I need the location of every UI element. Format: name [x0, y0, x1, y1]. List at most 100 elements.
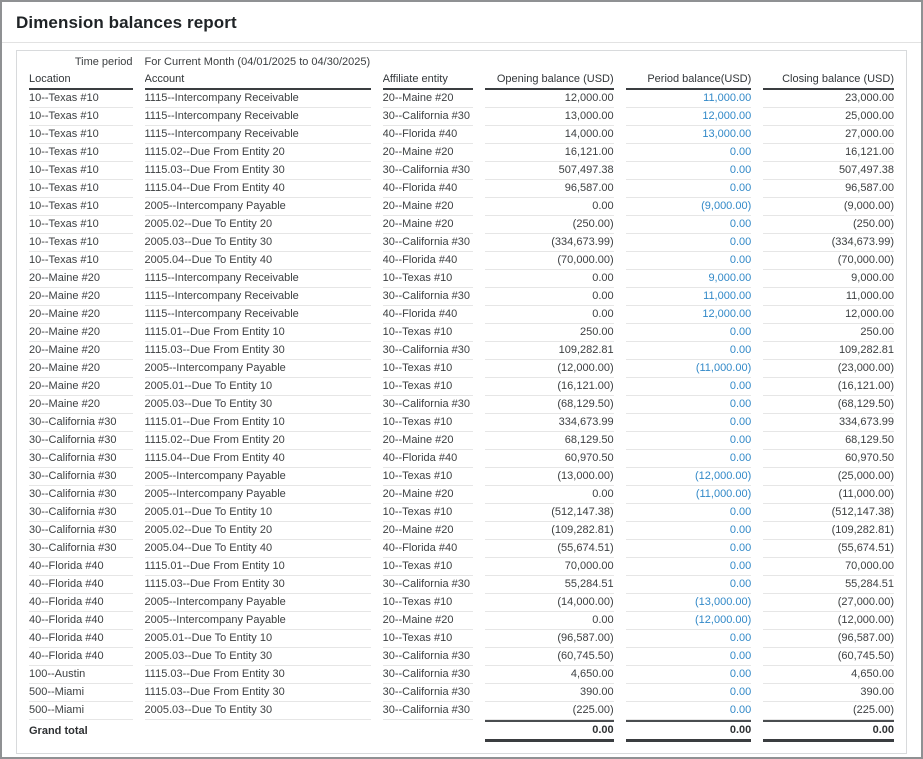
report-panel: Time period For Current Month (04/01/202…: [16, 50, 907, 754]
period-balance-link[interactable]: 0.00: [730, 218, 751, 230]
period-balance-cell: 0.00: [626, 702, 752, 720]
period-balance-link[interactable]: 0.00: [730, 236, 751, 248]
period-balance-link[interactable]: 11,000.00: [703, 290, 751, 302]
column-header-period-balance: Period balance(USD): [626, 71, 752, 90]
period-balance-link[interactable]: 0.00: [730, 668, 751, 680]
account-cell: 1115.03--Due From Entity 30: [145, 666, 371, 684]
period-balance-cell: (9,000.00): [626, 198, 752, 216]
period-balance-cell: 11,000.00: [626, 90, 752, 108]
period-balance-link[interactable]: 0.00: [730, 542, 751, 554]
period-balance-link[interactable]: 0.00: [730, 164, 751, 176]
opening-balance-cell: (14,000.00): [485, 594, 614, 612]
location-cell: 10--Texas #10: [29, 180, 133, 198]
affiliate-entity-cell: 10--Texas #10: [383, 270, 473, 288]
period-balance-link[interactable]: 0.00: [730, 578, 751, 590]
period-balance-link[interactable]: 0.00: [730, 560, 751, 572]
location-cell: 100--Austin: [29, 666, 133, 684]
closing-balance-cell: (55,674.51): [763, 540, 894, 558]
table-row: 500--Miami 2005.03--Due To Entity 30 30-…: [29, 702, 894, 720]
period-balance-link[interactable]: 0.00: [730, 506, 751, 518]
table-row: 30--California #30 1115.01--Due From Ent…: [29, 414, 894, 432]
period-balance-link[interactable]: 0.00: [730, 434, 751, 446]
location-cell: 10--Texas #10: [29, 252, 133, 270]
account-cell: 1115.02--Due From Entity 20: [145, 432, 371, 450]
account-cell: 1115.03--Due From Entity 30: [145, 342, 371, 360]
location-cell: 20--Maine #20: [29, 396, 133, 414]
affiliate-entity-cell: 10--Texas #10: [383, 504, 473, 522]
account-cell: 2005--Intercompany Payable: [145, 612, 371, 630]
table-row: 20--Maine #20 1115--Intercompany Receiva…: [29, 270, 894, 288]
location-cell: 30--California #30: [29, 540, 133, 558]
opening-balance-cell: 60,970.50: [485, 450, 614, 468]
period-balance-link[interactable]: 0.00: [730, 398, 751, 410]
period-balance-link[interactable]: 0.00: [730, 686, 751, 698]
affiliate-entity-cell: 10--Texas #10: [383, 414, 473, 432]
account-cell: 2005--Intercompany Payable: [145, 486, 371, 504]
opening-balance-cell: 250.00: [485, 324, 614, 342]
period-balance-cell: 12,000.00: [626, 306, 752, 324]
opening-balance-cell: (60,745.50): [485, 648, 614, 666]
table-row: 30--California #30 2005--Intercompany Pa…: [29, 486, 894, 504]
period-balance-link[interactable]: 13,000.00: [702, 128, 751, 140]
period-balance-link[interactable]: 0.00: [730, 146, 751, 158]
opening-balance-cell: (12,000.00): [485, 360, 614, 378]
location-cell: 10--Texas #10: [29, 216, 133, 234]
location-cell: 10--Texas #10: [29, 126, 133, 144]
account-cell: 2005.01--Due To Entity 10: [145, 504, 371, 522]
period-balance-cell: 0.00: [626, 648, 752, 666]
column-header-location: Location: [29, 71, 133, 90]
period-balance-link[interactable]: 12,000.00: [702, 308, 751, 320]
period-balance-link[interactable]: 0.00: [730, 182, 751, 194]
period-balance-link[interactable]: 0.00: [730, 650, 751, 662]
affiliate-entity-cell: 20--Maine #20: [383, 486, 473, 504]
closing-balance-cell: 109,282.81: [763, 342, 894, 360]
period-balance-link[interactable]: (11,000.00): [696, 362, 751, 374]
period-balance-link[interactable]: 0.00: [730, 416, 751, 428]
period-balance-link[interactable]: 0.00: [730, 524, 751, 536]
period-balance-cell: 0.00: [626, 504, 752, 522]
period-balance-link[interactable]: 11,000.00: [703, 92, 751, 104]
account-cell: 2005.03--Due To Entity 30: [145, 702, 371, 720]
closing-balance-cell: 96,587.00: [763, 180, 894, 198]
closing-balance-cell: 390.00: [763, 684, 894, 702]
table-row: 20--Maine #20 2005.01--Due To Entity 10 …: [29, 378, 894, 396]
period-balance-link[interactable]: (11,000.00): [696, 488, 751, 500]
location-cell: 30--California #30: [29, 450, 133, 468]
period-balance-link[interactable]: 0.00: [730, 632, 751, 644]
titlebar: Dimension balances report: [2, 2, 921, 43]
table-row: 10--Texas #10 2005--Intercompany Payable…: [29, 198, 894, 216]
period-balance-link[interactable]: 12,000.00: [702, 110, 751, 122]
period-balance-cell: 0.00: [626, 450, 752, 468]
period-balance-link[interactable]: 0.00: [730, 452, 751, 464]
period-balance-cell: (13,000.00): [626, 594, 752, 612]
period-balance-link[interactable]: (12,000.00): [695, 614, 751, 626]
opening-balance-cell: 0.00: [485, 198, 614, 216]
opening-balance-cell: 12,000.00: [485, 90, 614, 108]
period-balance-link[interactable]: 9,000.00: [708, 272, 751, 284]
period-balance-link[interactable]: 0.00: [730, 704, 751, 716]
period-balance-link[interactable]: (12,000.00): [695, 470, 751, 482]
table-row: 30--California #30 1115.04--Due From Ent…: [29, 450, 894, 468]
opening-balance-cell: (13,000.00): [485, 468, 614, 486]
affiliate-entity-cell: 40--Florida #40: [383, 540, 473, 558]
table-row: 10--Texas #10 1115--Intercompany Receiva…: [29, 90, 894, 108]
period-balance-cell: 13,000.00: [626, 126, 752, 144]
affiliate-entity-cell: 10--Texas #10: [383, 558, 473, 576]
period-balance-cell: 0.00: [626, 540, 752, 558]
table-row: 40--Florida #40 1115.03--Due From Entity…: [29, 576, 894, 594]
period-balance-link[interactable]: 0.00: [730, 254, 751, 266]
affiliate-entity-cell: 10--Texas #10: [383, 360, 473, 378]
table-row: 40--Florida #40 2005--Intercompany Payab…: [29, 612, 894, 630]
table-row: 30--California #30 2005.01--Due To Entit…: [29, 504, 894, 522]
period-balance-cell: 0.00: [626, 414, 752, 432]
period-balance-link[interactable]: 0.00: [730, 380, 751, 392]
location-cell: 10--Texas #10: [29, 108, 133, 126]
period-balance-link[interactable]: (9,000.00): [701, 200, 751, 212]
period-balance-link[interactable]: (13,000.00): [695, 596, 751, 608]
period-balance-link[interactable]: 0.00: [730, 326, 751, 338]
affiliate-entity-cell: 10--Texas #10: [383, 378, 473, 396]
account-cell: 2005--Intercompany Payable: [145, 468, 371, 486]
location-cell: 30--California #30: [29, 486, 133, 504]
opening-balance-cell: 13,000.00: [485, 108, 614, 126]
period-balance-link[interactable]: 0.00: [730, 344, 751, 356]
